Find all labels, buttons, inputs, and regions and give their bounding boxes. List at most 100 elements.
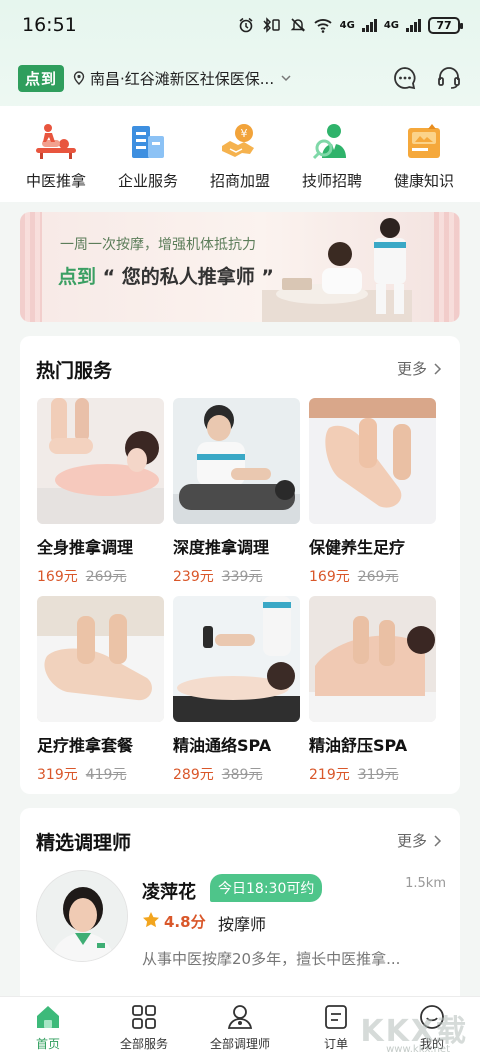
category-franchise[interactable]: ¥ 招商加盟 bbox=[195, 122, 285, 191]
status-bar: 16:51 4G 4G 77 bbox=[0, 0, 480, 50]
therapist-name: 凌萍花 bbox=[142, 882, 196, 903]
recruit-icon bbox=[312, 124, 346, 160]
message-icon[interactable] bbox=[392, 65, 418, 91]
handshake-icon: ¥ bbox=[222, 124, 254, 157]
chevron-right-icon bbox=[434, 834, 442, 847]
service-name: 精油通络SPA bbox=[173, 736, 272, 755]
original-price: 269元 bbox=[85, 569, 127, 585]
location-selector[interactable]: 南昌·红谷滩新区社保医保... bbox=[90, 68, 274, 89]
banner-subtitle: 一周一次按摩，增强机体抵抗力 bbox=[60, 237, 256, 253]
service-grid: 全身推拿调理 169元 269元 深度推拿调理 239元 339元 保健养生足疗 1… bbox=[37, 398, 445, 794]
tab-all-therapists[interactable]: 全部调理师 bbox=[192, 1003, 288, 1052]
service-card[interactable]: 保健养生足疗 169元 269元 bbox=[309, 398, 436, 596]
tab-label: 全部服务 bbox=[119, 1037, 168, 1051]
category-massage[interactable]: 中医推拿 bbox=[11, 122, 101, 191]
knowledge-icon bbox=[408, 124, 440, 158]
tab-label: 全部调理师 bbox=[209, 1037, 270, 1051]
service-name: 保健养生足疗 bbox=[309, 538, 406, 557]
therapists-section: 精选调理师 更多 凌萍花 今日18:30可约 1.5km 4.8分 按摩师 从事… bbox=[20, 808, 460, 1008]
original-price: 269元 bbox=[357, 569, 399, 585]
service-image bbox=[37, 596, 164, 722]
banner-slogan: “ 您的私人推拿师 ” bbox=[102, 266, 274, 288]
service-name: 全身推拿调理 bbox=[37, 538, 134, 557]
tab-label: 首页 bbox=[35, 1037, 60, 1051]
service-image bbox=[37, 398, 164, 524]
grid-icon bbox=[132, 1005, 156, 1029]
current-price: 169元 bbox=[309, 569, 350, 585]
category-label: 健康知识 bbox=[393, 172, 454, 190]
category-recruit[interactable]: 技师招聘 bbox=[287, 122, 377, 191]
banner-curtain bbox=[434, 212, 460, 322]
signal-icon bbox=[361, 18, 377, 32]
service-price: 169元 269元 bbox=[309, 566, 436, 586]
service-price: 289元 389元 bbox=[173, 764, 300, 784]
service-price: 219元 319元 bbox=[309, 764, 436, 784]
customer-service-icon[interactable] bbox=[436, 65, 462, 91]
service-price: 319元 419元 bbox=[37, 764, 164, 784]
category-knowledge[interactable]: 健康知识 bbox=[379, 122, 469, 191]
category-label: 招商加盟 bbox=[209, 172, 270, 190]
distance-label: 1.5km bbox=[405, 876, 446, 891]
massage-icon bbox=[36, 124, 76, 159]
category-label: 企业服务 bbox=[117, 172, 178, 190]
more-therapists-link[interactable]: 更多 bbox=[397, 830, 442, 851]
svg-text:¥: ¥ bbox=[241, 127, 248, 140]
current-price: 319元 bbox=[37, 767, 78, 783]
service-name: 精油舒压SPA bbox=[309, 736, 408, 755]
tab-all-services[interactable]: 全部服务 bbox=[96, 1003, 192, 1052]
more-services-link[interactable]: 更多 bbox=[397, 358, 442, 379]
category-label: 技师招聘 bbox=[301, 172, 362, 190]
battery-icon: 77 bbox=[428, 16, 463, 34]
banner-slogan-line: 点到 “ 您的私人推拿师 ” bbox=[58, 262, 274, 289]
original-price: 319元 bbox=[357, 767, 399, 783]
original-price: 389元 bbox=[221, 767, 263, 783]
alarm-icon bbox=[239, 17, 253, 33]
original-price: 419元 bbox=[85, 767, 127, 783]
chevron-right-icon bbox=[434, 362, 442, 375]
current-price: 169元 bbox=[37, 569, 78, 585]
service-card[interactable]: 足疗推拿套餐 319元 419元 bbox=[37, 596, 164, 794]
service-name: 深度推拿调理 bbox=[173, 538, 270, 557]
service-card[interactable]: 精油舒压SPA 219元 319元 bbox=[309, 596, 436, 794]
category-enterprise[interactable]: 企业服务 bbox=[103, 122, 193, 191]
person-icon bbox=[227, 1005, 253, 1029]
banner-illustration bbox=[262, 218, 412, 322]
wifi-icon bbox=[314, 19, 332, 33]
service-image bbox=[173, 596, 300, 722]
current-price: 239元 bbox=[173, 569, 214, 585]
service-name: 足疗推拿套餐 bbox=[37, 736, 134, 755]
service-card[interactable]: 深度推拿调理 239元 339元 bbox=[173, 398, 300, 596]
network-label-a: 4G bbox=[339, 19, 355, 31]
status-time: 16:51 bbox=[22, 14, 77, 36]
status-icons: 4G 4G 77 bbox=[238, 16, 463, 34]
watermark-url: www.kkx.net bbox=[386, 1044, 450, 1055]
therapist-description: 从事中医按摩20多年，擅长中医推拿... bbox=[142, 950, 401, 968]
service-image bbox=[173, 398, 300, 524]
category-nav: 中医推拿 企业服务 ¥ 招商加盟 技师招聘 健康知识 bbox=[0, 106, 480, 202]
service-price: 239元 339元 bbox=[173, 566, 300, 586]
tab-home[interactable]: 首页 bbox=[0, 1003, 96, 1052]
original-price: 339元 bbox=[221, 569, 263, 585]
location-icon bbox=[73, 71, 85, 85]
service-image bbox=[309, 596, 436, 722]
availability-badge: 今日18:30可约 bbox=[210, 874, 323, 902]
avatar[interactable] bbox=[36, 870, 128, 962]
app-header: 点到 南昌·红谷滩新区社保医保... bbox=[0, 58, 480, 98]
promo-banner[interactable]: 一周一次按摩，增强机体抵抗力 点到 “ 您的私人推拿师 ” bbox=[20, 212, 460, 322]
service-card[interactable]: 精油通络SPA 289元 389元 bbox=[173, 596, 300, 794]
therapist-role: 按摩师 bbox=[218, 915, 267, 934]
rating-score: 4.8分 bbox=[164, 913, 206, 931]
current-price: 289元 bbox=[173, 767, 214, 783]
service-card[interactable]: 全身推拿调理 169元 269元 bbox=[37, 398, 164, 596]
bluetooth-vibrate-icon bbox=[263, 17, 280, 33]
banner-curtain bbox=[20, 212, 42, 322]
order-icon bbox=[325, 1005, 347, 1029]
building-icon bbox=[132, 126, 164, 158]
banner-brand: 点到 bbox=[58, 266, 97, 288]
current-price: 219元 bbox=[309, 767, 350, 783]
chevron-down-icon[interactable] bbox=[280, 72, 292, 84]
more-label: 更多 bbox=[396, 360, 427, 378]
service-image bbox=[309, 398, 436, 524]
service-price: 169元 269元 bbox=[37, 566, 164, 586]
network-label-b: 4G bbox=[383, 19, 399, 31]
